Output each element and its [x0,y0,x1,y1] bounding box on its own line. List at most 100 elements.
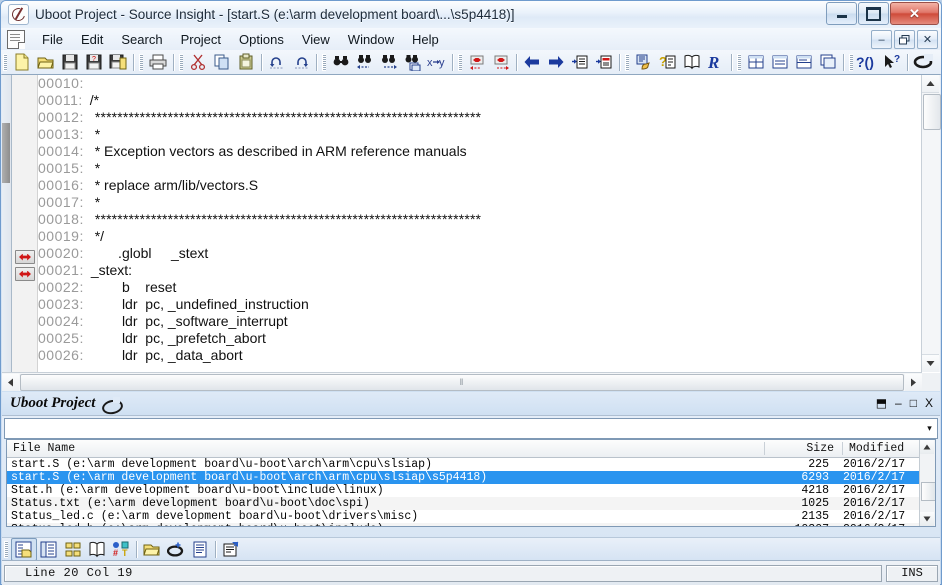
file-list-row-selected[interactable]: start.S (e:\arm development board\u-boot… [7,471,935,484]
scroll-right-button[interactable] [905,373,922,391]
search-files-icon[interactable] [401,51,425,73]
toolbar-grip[interactable] [737,53,741,71]
browse-symbols-icon[interactable] [680,51,704,73]
synchronize-files-icon[interactable] [219,539,243,560]
editor-horizontal-scroll-thumb[interactable]: ‖ [20,373,904,391]
column-header-file-name[interactable]: File Name [7,442,765,455]
maximize-button[interactable] [858,2,889,25]
undo-icon[interactable] [265,51,289,73]
editor-vertical-scroll-thumb[interactable] [923,94,941,130]
menu-item-project[interactable]: Project [172,30,230,49]
print-icon[interactable] [146,51,170,73]
search-icon[interactable] [329,51,353,73]
back-arrow-icon[interactable] [520,51,544,73]
minimize-button[interactable] [826,2,857,25]
file-list-row[interactable]: start.S (e:\arm development board\u-boot… [7,458,935,471]
panel-close-button[interactable]: X [925,396,933,410]
save-all-icon[interactable] [106,51,130,73]
jump-back-icon[interactable] [465,51,489,73]
jump-forward-icon[interactable] [489,51,513,73]
menu-item-file[interactable]: File [33,30,72,49]
project-window-icon[interactable] [61,539,85,560]
scroll-up-button[interactable] [922,75,939,93]
menu-item-search[interactable]: Search [112,30,171,49]
search-backward-icon[interactable] [353,51,377,73]
project-report-icon[interactable] [188,539,212,560]
file-list-row[interactable]: Stat.h (e:\arm development board\u-boot\… [7,484,935,497]
editor-left-rail-thumb[interactable] [2,123,10,183]
toolbar-grip[interactable] [4,541,8,558]
search-forward-icon[interactable] [377,51,401,73]
scroll-up-button[interactable] [920,440,934,454]
editor-horizontal-scrollbar[interactable]: ‖ [2,372,922,391]
scroll-down-button[interactable] [922,354,939,372]
menu-item-edit[interactable]: Edit [72,30,112,49]
open-file-icon[interactable] [34,51,58,73]
scroll-down-button[interactable] [920,512,934,526]
panel-maximize-button[interactable]: □ [910,396,917,410]
editor-left-rail[interactable] [2,75,12,391]
menu-item-help[interactable]: Help [403,30,448,49]
context-help-icon[interactable]: ? [656,51,680,73]
open-project-icon[interactable] [140,539,164,560]
project-file-list-icon[interactable] [11,538,37,561]
dock-button[interactable]: ⬒ [876,396,887,410]
line-text: ldr pc, _software_interrupt [90,313,288,329]
breakpoint-marker[interactable] [15,267,35,281]
jump-to-caller-icon[interactable] [592,51,616,73]
toolbar-grip[interactable] [458,53,462,71]
file-list-row[interactable]: Status_led.c (e:\arm development board\u… [7,510,935,523]
vertical-split-icon[interactable] [792,51,816,73]
smart-rename-icon[interactable] [632,51,656,73]
replace-icon[interactable]: xy [425,51,449,73]
close-button[interactable]: ✕ [890,2,939,25]
file-list-scroll-thumb[interactable] [921,482,935,501]
pointer-help-icon[interactable]: ? [880,51,904,73]
code-lines[interactable]: 00010: 00011:/* 00012: *****************… [38,75,921,372]
jump-to-definition-icon[interactable] [568,51,592,73]
relation-window-icon[interactable]: R [704,51,728,73]
toolbar-grip[interactable] [179,53,183,71]
new-file-icon[interactable] [10,51,34,73]
redo-icon[interactable] [289,51,313,73]
project-symbol-list-icon[interactable] [37,539,61,560]
file-list-scrollbar[interactable] [919,440,935,526]
column-header-size[interactable]: Size [765,442,843,455]
toolbar-grip[interactable] [625,53,629,71]
mdi-minimize-button[interactable]: – [871,30,892,49]
file-list-row[interactable]: Status_led.h (e:\arm development board\u… [7,523,935,526]
save-as-icon[interactable]: ? [82,51,106,73]
toolbar-grip[interactable] [139,53,143,71]
save-file-icon[interactable] [58,51,82,73]
menu-item-view[interactable]: View [293,30,339,49]
paste-icon[interactable] [234,51,258,73]
function-prototype-icon[interactable]: ?() [856,51,880,73]
file-list-row[interactable]: Status.txt (e:\arm development board\u-b… [7,497,935,510]
project-file-list[interactable]: File Name Size Modified start.S (e:\arm … [6,439,936,527]
project-filter-combo[interactable]: ▾ [4,418,938,439]
toolbar-grip[interactable] [849,53,853,71]
symbol-types-icon[interactable]: # T [109,539,133,560]
project-ring-icon[interactable] [911,51,935,73]
scroll-left-button[interactable] [2,373,19,391]
mdi-close-button[interactable]: ✕ [917,30,938,49]
new-project-icon[interactable] [164,539,188,560]
toolbar-grip[interactable] [322,53,326,71]
toolbar-grip[interactable] [3,53,7,71]
chevron-down-icon[interactable]: ▾ [922,423,937,434]
tile-windows-icon[interactable] [744,51,768,73]
cut-icon[interactable] [186,51,210,73]
menu-item-options[interactable]: Options [230,30,293,49]
editor-vertical-scrollbar[interactable] [921,75,941,372]
forward-arrow-icon[interactable] [544,51,568,73]
panel-minimize-button[interactable]: – [895,396,902,410]
mdi-restore-button[interactable] [894,30,915,49]
editor-gutter[interactable] [12,75,38,391]
breakpoint-marker[interactable] [15,250,35,264]
horizontal-split-icon[interactable] [768,51,792,73]
cascade-windows-icon[interactable] [816,51,840,73]
menu-item-window[interactable]: Window [339,30,403,49]
code-editor[interactable]: 00010: 00011:/* 00012: *****************… [2,74,941,391]
browse-project-symbols-icon[interactable] [85,539,109,560]
copy-icon[interactable] [210,51,234,73]
